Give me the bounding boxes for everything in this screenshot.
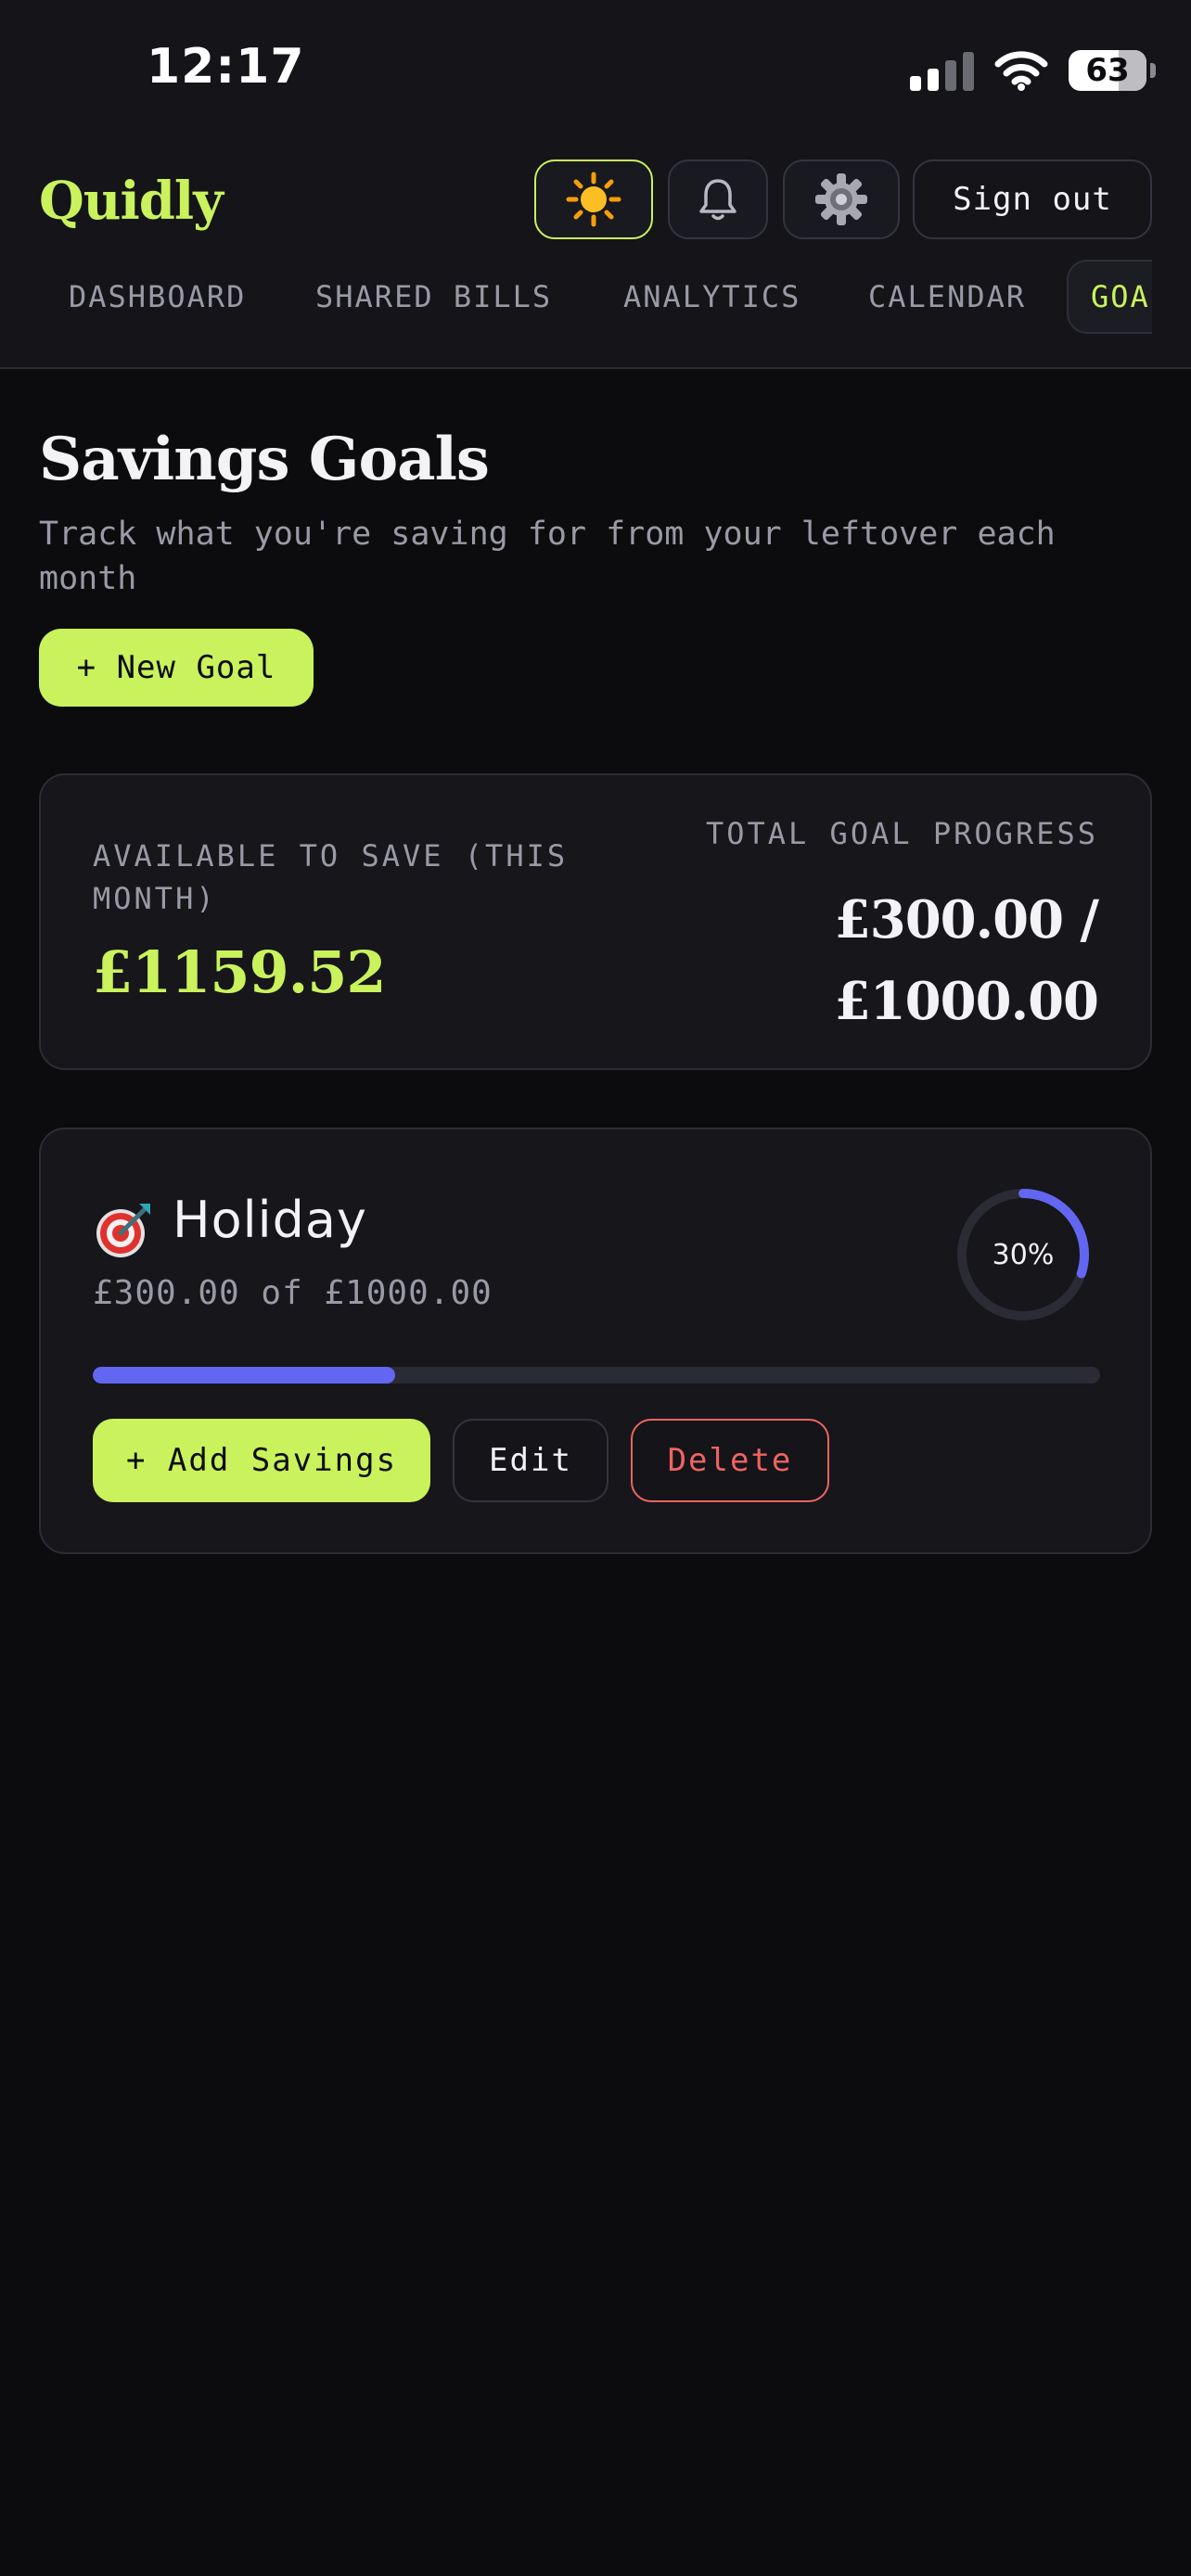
- battery-level: 63: [1085, 52, 1130, 89]
- settings-button[interactable]: [783, 159, 900, 239]
- goal-amount: £300.00 of £1000.00: [93, 1274, 493, 1312]
- tab-goals[interactable]: GOALS: [1067, 260, 1152, 334]
- target-icon: [96, 1204, 150, 1257]
- page-subtitle: Track what you're saving for from your l…: [39, 516, 1056, 597]
- nav-tabs: DASHBOARD SHARED BILLS ANALYTICS CALENDA…: [39, 260, 1152, 334]
- sun-icon: [566, 172, 621, 227]
- savings-summary-card: AVAILABLE TO SAVE (THIS MONTH) £1159.52 …: [39, 773, 1152, 1070]
- available-to-save-label: AVAILABLE TO SAVE (THIS MONTH): [93, 838, 569, 916]
- delete-goal-button[interactable]: Delete: [631, 1419, 829, 1502]
- brand-logo[interactable]: Quidly: [39, 171, 224, 232]
- goal-name: Holiday: [173, 1191, 367, 1249]
- tab-calendar[interactable]: CALENDAR: [868, 260, 1026, 334]
- tab-analytics[interactable]: ANALYTICS: [623, 260, 800, 334]
- cellular-signal-icon: [910, 50, 974, 91]
- add-savings-button[interactable]: + Add Savings: [93, 1419, 430, 1502]
- goal-progress-bar: [93, 1367, 1100, 1384]
- battery-icon: 63: [1069, 50, 1156, 91]
- available-to-save-value: £1159.52: [93, 938, 387, 1006]
- gear-icon: [815, 173, 867, 225]
- status-time: 12:17: [147, 39, 305, 95]
- top-bar: 12:17 63 Quidly Sign out DASHBOARD SHARE…: [0, 0, 1191, 369]
- total-goal-progress-value: £300.00 / £1000.00: [834, 889, 1099, 1032]
- bell-icon: [699, 179, 736, 221]
- tab-shared-bills[interactable]: SHARED BILLS: [315, 260, 552, 334]
- tab-dashboard[interactable]: DASHBOARD: [69, 260, 246, 334]
- total-goal-progress-label: TOTAL GOAL PROGRESS: [705, 816, 1098, 851]
- new-goal-button[interactable]: + New Goal: [39, 629, 314, 707]
- goal-percent-label: 30%: [992, 1238, 1055, 1271]
- sign-out-button[interactable]: Sign out: [913, 159, 1152, 239]
- goal-progress-fill: [93, 1367, 395, 1384]
- page-title: Savings Goals: [39, 425, 490, 494]
- theme-toggle-button[interactable]: [534, 159, 653, 239]
- goal-card: Holiday £300.00 of £1000.00 30% + Add Sa…: [39, 1128, 1152, 1554]
- status-icons: 63: [910, 45, 1156, 96]
- edit-goal-button[interactable]: Edit: [453, 1419, 608, 1502]
- wifi-icon: [994, 51, 1048, 91]
- notifications-button[interactable]: [668, 159, 768, 239]
